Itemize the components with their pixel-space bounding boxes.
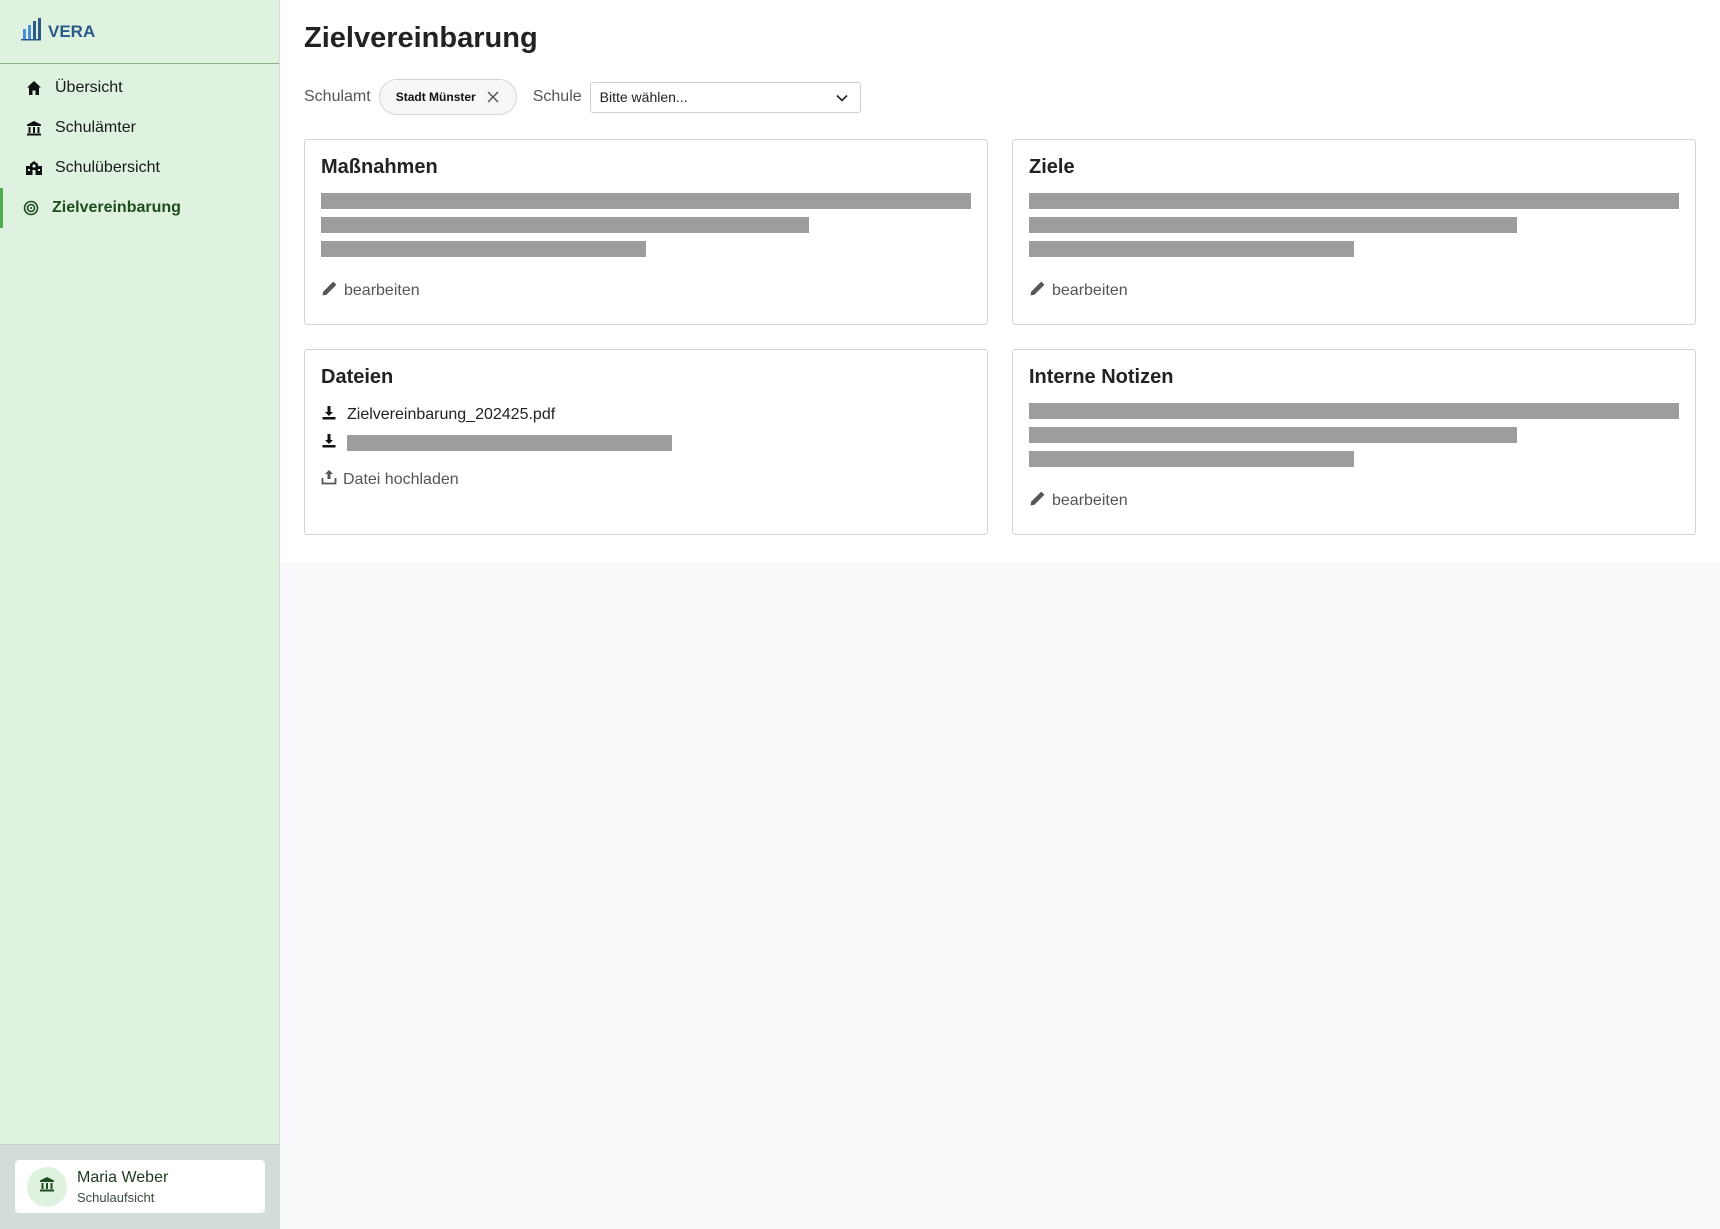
pencil-icon: [321, 280, 338, 302]
page-title: Zielvereinbarung: [304, 22, 538, 54]
main-area: Zielvereinbarung Schulamt Stadt Münster …: [280, 0, 1720, 1229]
sidebar-item-zielvereinbarung[interactable]: Zielvereinbarung: [0, 188, 279, 228]
close-icon[interactable]: [486, 90, 500, 104]
schulamt-chip[interactable]: Stadt Münster: [378, 79, 517, 115]
institution-icon: [39, 1176, 55, 1197]
sidebar: VERA Übersicht Schulämter Schulübersicht: [0, 0, 280, 1229]
ziele-card: Ziele bearbeiten: [1012, 139, 1696, 325]
skeleton-text: [1029, 403, 1679, 467]
file-item[interactable]: Zielvereinbarung_202425.pdf: [321, 403, 971, 427]
chevron-down-icon: [836, 89, 848, 105]
file-name[interactable]: Zielvereinbarung_202425.pdf: [347, 406, 555, 424]
bar-chart-icon: [20, 17, 42, 46]
skeleton-line: [321, 193, 971, 209]
sidebar-item-schuluebersicht[interactable]: Schulübersicht: [0, 148, 279, 188]
schulamt-label: Schulamt: [304, 88, 371, 105]
file-item[interactable]: [321, 431, 971, 455]
target-icon: [22, 199, 40, 217]
pencil-icon: [1029, 490, 1046, 512]
brand[interactable]: VERA: [0, 0, 279, 64]
sidebar-item-label: Übersicht: [55, 79, 123, 96]
upload-icon: [321, 469, 337, 490]
user-card[interactable]: Maria Weber Schulaufsicht: [15, 1160, 265, 1213]
schule-select[interactable]: Bitte wählen...: [589, 81, 861, 113]
sidebar-item-label: Zielvereinbarung: [52, 199, 181, 216]
skeleton-text: [321, 193, 971, 257]
notizen-card: Interne Notizen bearbeiten: [1012, 349, 1696, 535]
download-icon[interactable]: [321, 405, 337, 426]
avatar: [27, 1166, 67, 1207]
skeleton-line: [1029, 193, 1679, 209]
user-role: Schulaufsicht: [77, 1189, 155, 1205]
edit-button[interactable]: bearbeiten: [321, 280, 420, 302]
skeleton-text: [1029, 193, 1679, 257]
sidebar-item-schulaemter[interactable]: Schulämter: [0, 108, 279, 148]
card-title: Ziele: [1029, 156, 1075, 178]
pencil-icon: [1029, 280, 1046, 302]
skeleton-line: [1029, 451, 1354, 467]
edit-label: bearbeiten: [344, 282, 420, 299]
skeleton-line: [321, 217, 809, 233]
massnahmen-card: Maßnahmen bearbeiten: [304, 139, 988, 325]
schule-label: Schule: [532, 88, 582, 105]
sidebar-item-label: Schulämter: [55, 119, 136, 136]
upload-button[interactable]: Datei hochladen: [321, 469, 459, 490]
skeleton-line: [1029, 403, 1679, 419]
dateien-card: Dateien Zielvereinbarung_202425.pdf Date…: [304, 349, 988, 535]
schulamt-chip-label: Stadt Münster: [395, 90, 476, 104]
sidebar-item-label: Schulübersicht: [55, 159, 160, 176]
skeleton-line: [1029, 217, 1517, 233]
brand-name: VERA: [48, 21, 96, 41]
edit-label: bearbeiten: [1052, 492, 1128, 509]
card-title: Interne Notizen: [1029, 366, 1174, 388]
card-title: Maßnahmen: [321, 156, 438, 178]
sidebar-item-uebersicht[interactable]: Übersicht: [0, 68, 279, 108]
filter-bar: Schulamt Stadt Münster Schule Bitte wähl…: [304, 79, 1696, 115]
skeleton-line: [321, 241, 646, 257]
schule-select-value: Bitte wählen...: [599, 89, 688, 105]
edit-button[interactable]: bearbeiten: [1029, 280, 1128, 302]
institution-icon: [25, 119, 43, 137]
sidebar-footer: Maria Weber Schulaufsicht: [0, 1144, 280, 1229]
school-icon: [25, 159, 43, 177]
download-icon[interactable]: [321, 433, 337, 454]
sidebar-nav: Übersicht Schulämter Schulübersicht Ziel…: [0, 64, 279, 228]
upload-label: Datei hochladen: [343, 470, 459, 488]
skeleton-line: [1029, 241, 1354, 257]
skeleton-line: [347, 435, 672, 451]
home-icon: [25, 79, 43, 97]
content-panel: Zielvereinbarung Schulamt Stadt Münster …: [280, 0, 1720, 562]
edit-button[interactable]: bearbeiten: [1029, 490, 1128, 512]
edit-label: bearbeiten: [1052, 282, 1128, 299]
skeleton-line: [1029, 427, 1517, 443]
card-title: Dateien: [321, 366, 394, 388]
file-list: Zielvereinbarung_202425.pdf: [321, 403, 971, 455]
user-name: Maria Weber: [77, 1168, 169, 1186]
card-grid: Maßnahmen bearbeiten Ziele bearbeiten Da…: [304, 139, 1696, 535]
